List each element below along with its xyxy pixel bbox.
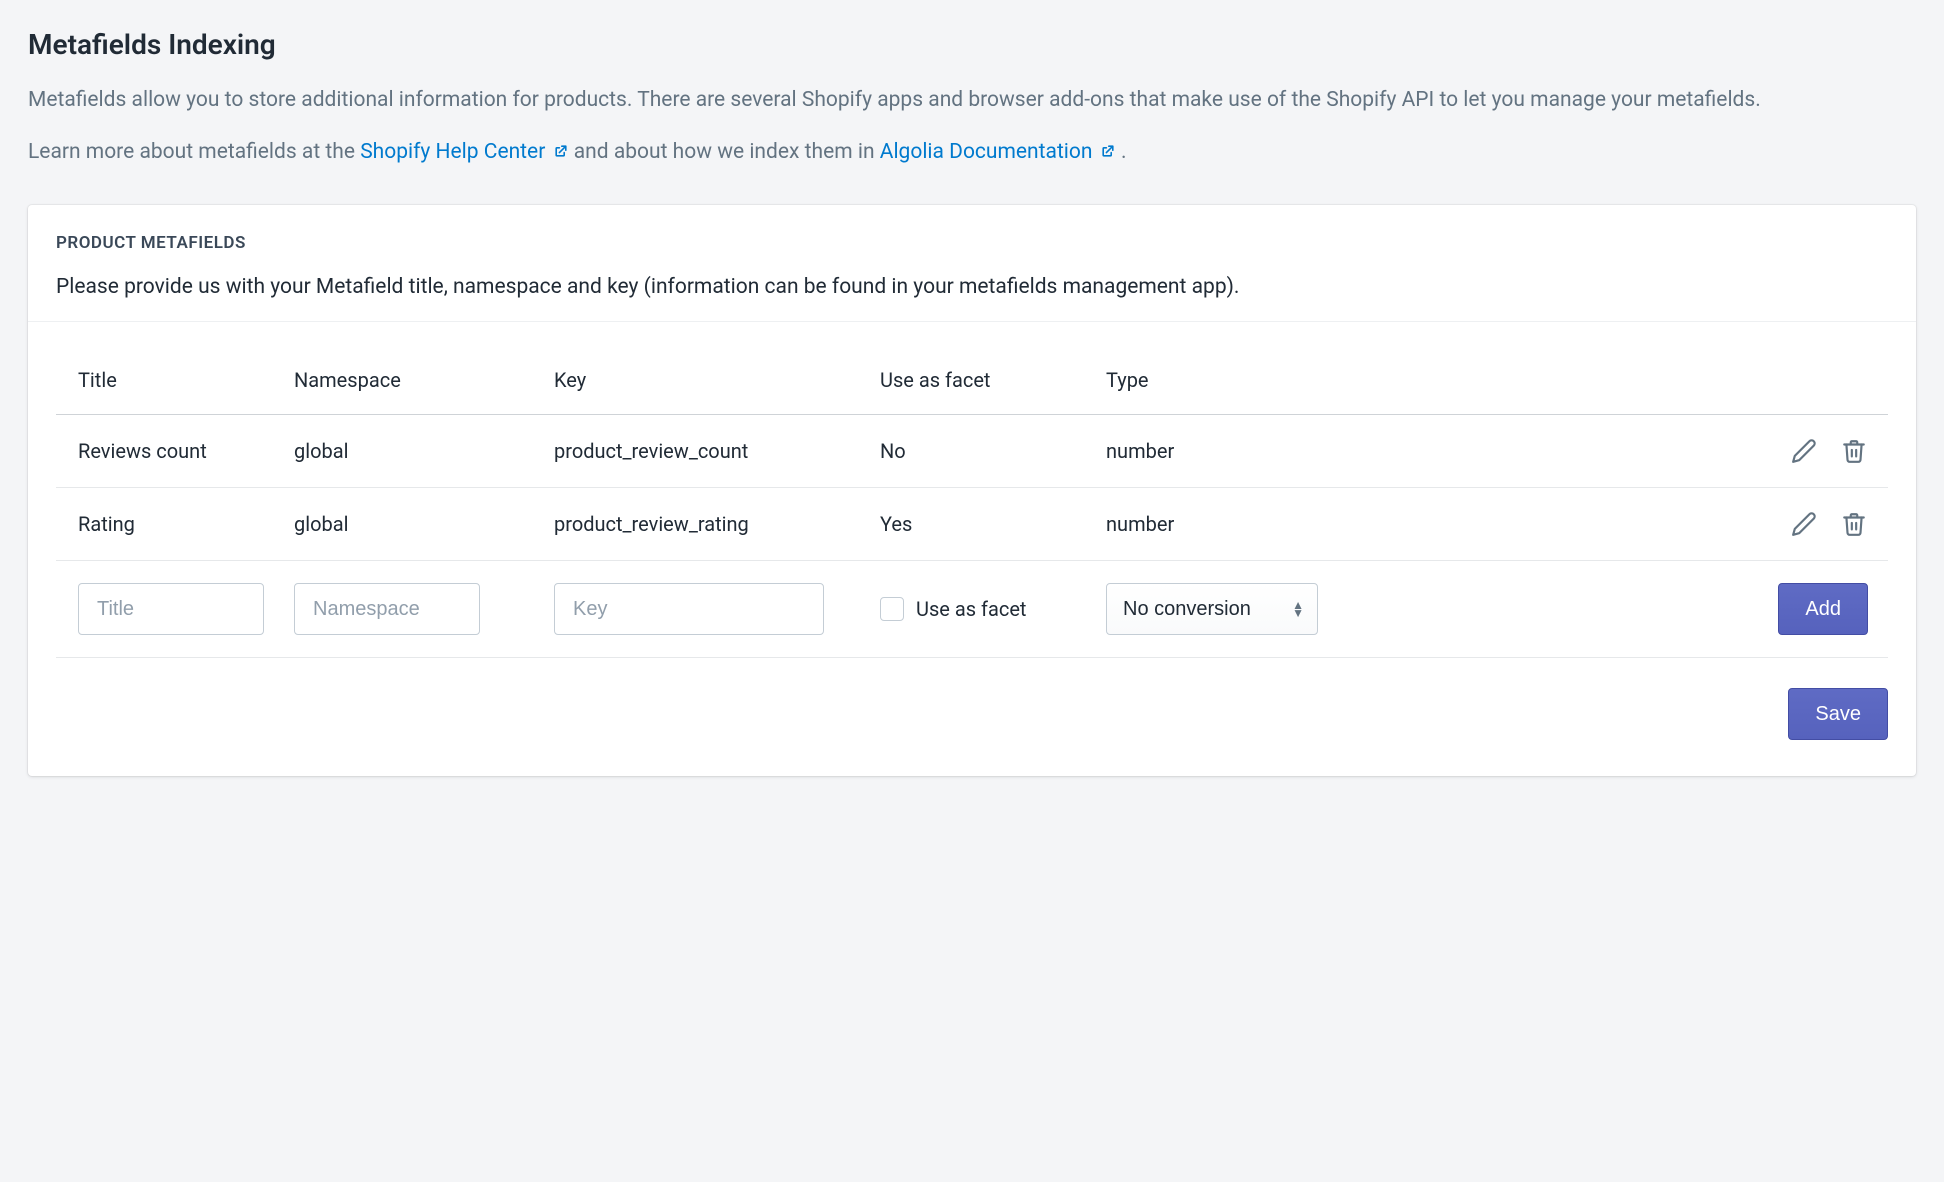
namespace-input[interactable] xyxy=(294,583,480,635)
pencil-icon xyxy=(1791,511,1817,537)
cell-title: Reviews count xyxy=(56,439,294,463)
table-row: Rating global product_review_rating Yes … xyxy=(56,488,1888,561)
column-header-key: Key xyxy=(554,368,880,392)
shopify-help-center-link[interactable]: Shopify Help Center xyxy=(360,140,574,164)
card-subtitle: PRODUCT METAFIELDS xyxy=(56,233,1888,253)
title-input[interactable] xyxy=(78,583,264,635)
column-header-title: Title xyxy=(56,368,294,392)
metafields-table: Title Namespace Key Use as facet Type Re… xyxy=(56,350,1888,658)
card-instruction: Please provide us with your Metafield ti… xyxy=(56,275,1888,299)
card-header: PRODUCT METAFIELDS Please provide us wit… xyxy=(28,205,1916,322)
delete-button[interactable] xyxy=(1840,510,1868,538)
card-body: Title Namespace Key Use as facet Type Re… xyxy=(28,322,1916,776)
pencil-icon xyxy=(1791,438,1817,464)
learn-more-prefix: Learn more about metafields at the xyxy=(28,140,360,164)
use-as-facet-label: Use as facet xyxy=(916,597,1026,621)
add-button[interactable]: Add xyxy=(1778,583,1868,635)
metafields-card: PRODUCT METAFIELDS Please provide us wit… xyxy=(28,205,1916,776)
key-input[interactable] xyxy=(554,583,824,635)
new-metafield-row: Use as facet No conversion ▲▼ Add xyxy=(56,561,1888,658)
cell-facet: Yes xyxy=(880,512,1106,536)
card-footer: Save xyxy=(56,688,1888,740)
algolia-docs-link[interactable]: Algolia Documentation xyxy=(880,140,1121,164)
external-link-icon xyxy=(1100,138,1116,170)
column-header-facet: Use as facet xyxy=(880,368,1106,392)
table-header-row: Title Namespace Key Use as facet Type xyxy=(56,350,1888,415)
learn-more-middle: and about how we index them in xyxy=(574,140,880,164)
cell-key: product_review_count xyxy=(554,439,880,463)
cell-facet: No xyxy=(880,439,1106,463)
save-button[interactable]: Save xyxy=(1788,688,1888,740)
cell-title: Rating xyxy=(56,512,294,536)
column-header-namespace: Namespace xyxy=(294,368,554,392)
cell-type: number xyxy=(1106,439,1756,463)
cell-namespace: global xyxy=(294,512,554,536)
table-row: Reviews count global product_review_coun… xyxy=(56,415,1888,488)
edit-button[interactable] xyxy=(1790,510,1818,538)
column-header-type: Type xyxy=(1106,368,1756,392)
delete-button[interactable] xyxy=(1840,437,1868,465)
trash-icon xyxy=(1841,511,1867,537)
type-select[interactable]: No conversion xyxy=(1106,583,1318,635)
use-as-facet-checkbox[interactable] xyxy=(880,597,904,621)
learn-more-suffix: . xyxy=(1121,140,1127,164)
cell-namespace: global xyxy=(294,439,554,463)
cell-type: number xyxy=(1106,512,1756,536)
edit-button[interactable] xyxy=(1790,437,1818,465)
page-description: Metafields allow you to store additional… xyxy=(28,85,1916,117)
page-title: Metafields Indexing xyxy=(28,28,1916,61)
trash-icon xyxy=(1841,438,1867,464)
cell-key: product_review_rating xyxy=(554,512,880,536)
external-link-icon xyxy=(553,138,569,170)
learn-more-text: Learn more about metafields at the Shopi… xyxy=(28,137,1916,170)
